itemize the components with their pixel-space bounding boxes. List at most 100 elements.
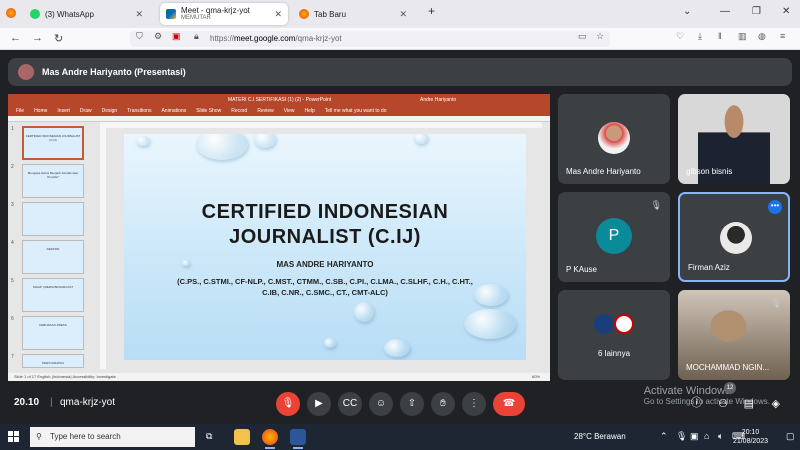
taskbar-clock[interactable]: 20:10 21/08/2023 [733, 428, 768, 446]
network-icon[interactable]: ⌂ [704, 431, 709, 441]
slide-thumb[interactable]: DEFINISI [22, 240, 84, 274]
whatsapp-icon [30, 9, 40, 19]
mic-toggle-button[interactable]: 🎙︎ [276, 392, 300, 416]
firefox-icon [299, 9, 309, 19]
camera-toggle-button[interactable]: ▶ [307, 392, 331, 416]
tab-new-tab[interactable]: Tab Baru ✕ [293, 3, 413, 25]
weather-widget[interactable]: 28°C Berawan [574, 432, 626, 441]
ppt-tell-me[interactable]: Tell me what you want to do [325, 106, 387, 116]
ppt-menu-home[interactable]: Home [34, 106, 47, 116]
info-icon[interactable]: ⓘ [691, 394, 702, 410]
participant-tile[interactable]: 🎙︎ MOCHAMMAD NGIN... [678, 290, 790, 380]
permissions-icon[interactable]: ⚙ [154, 31, 162, 42]
back-icon[interactable]: ← [10, 32, 21, 44]
firefox-menu-icon[interactable] [6, 8, 16, 18]
account-icon[interactable]: ◍ [758, 31, 766, 42]
emoji-button[interactable]: ☺ [369, 392, 393, 416]
slide-thumb[interactable]: KEBIJAKAN PRESS [22, 316, 84, 350]
slide-title-line2: JOURNALIST (C.IJ) [229, 226, 421, 248]
windows-start-icon[interactable] [8, 431, 20, 443]
ppt-menu-view[interactable]: View [284, 106, 295, 116]
chat-icon[interactable]: ▤ [744, 397, 754, 410]
download-icon[interactable]: ⤓ [698, 31, 702, 42]
minimize-icon[interactable]: — [720, 6, 730, 17]
slide-author: MAS ANDRE HARIYANTO [276, 260, 374, 269]
activities-icon[interactable]: ◈ [772, 397, 780, 410]
bookmark-star-icon[interactable]: ☆ [596, 31, 604, 42]
ppt-menu-record[interactable]: Record [231, 106, 247, 116]
water-drop [354, 302, 374, 322]
notifications-icon[interactable]: ▢ [786, 431, 795, 442]
vertical-ruler [100, 122, 106, 369]
ppt-menu-review[interactable]: Review [257, 106, 273, 116]
new-tab-icon[interactable]: + [428, 4, 435, 18]
lock-icon[interactable]: 🔒︎ [194, 31, 199, 42]
leave-call-button[interactable]: ☎ [493, 392, 525, 416]
ppt-menu-animations[interactable]: Animations [161, 106, 186, 116]
more-options-button[interactable]: ⋮ [462, 392, 486, 416]
slide-thumb[interactable]: Mengapa Harus Menjadi Jurnalis atau Penu… [22, 164, 84, 198]
participant-tile[interactable]: gibson bisnis [678, 94, 790, 184]
participant-tile[interactable]: ••• Firman Aziz [678, 192, 790, 282]
tab-meet[interactable]: Meet - qma-krjz-yot MEMUTAR ✕ [160, 3, 288, 25]
address-bar[interactable]: https://meet.google.com/qma-krjz-yot [130, 31, 610, 47]
current-slide: CERTIFIED INDONESIAN JOURNALIST (C.IJ) M… [124, 134, 526, 360]
ppt-menu-draw[interactable]: Draw [80, 106, 92, 116]
mic-off-icon: 🎙︎ [770, 298, 782, 308]
menu-icon[interactable]: ≡ [780, 31, 785, 41]
close-tab-icon[interactable]: ✕ [274, 9, 282, 20]
microphone-icon[interactable]: 🎙︎ [676, 431, 687, 442]
taskbar-search-input[interactable]: ⚲ Type here to search [30, 427, 195, 447]
slide-thumb[interactable]: CERTIFIED INDONESIAN JOURNALIST (C.IJ) [22, 126, 84, 160]
ppt-user: Andre Hariyanto [420, 97, 457, 103]
volume-icon[interactable]: 🔈︎ [718, 431, 723, 442]
clock-date: 21/08/2023 [732, 438, 768, 445]
ppt-menu-file[interactable]: File [16, 106, 24, 116]
raise-hand-button[interactable]: ✋︎ [431, 392, 455, 416]
library-icon[interactable]: ‖ [718, 31, 722, 41]
close-tab-icon[interactable]: ✕ [399, 9, 407, 20]
camera-icon[interactable]: ▣ [690, 431, 699, 442]
slide-thumb[interactable] [22, 202, 84, 236]
shield-icon[interactable]: ⛉ [136, 31, 143, 42]
captions-button[interactable]: CC [338, 392, 362, 416]
slide-thumb[interactable]: SIGAP | MEDIA BROADCAST [22, 278, 84, 312]
pocket-icon[interactable]: ♡ [676, 31, 684, 42]
camera-icon[interactable]: ▣ [172, 31, 181, 42]
clock-time: 20:10 [741, 429, 760, 436]
forward-icon[interactable]: → [32, 32, 43, 44]
thumb-number: 7 [11, 354, 14, 360]
ppt-menu-design[interactable]: Design [102, 106, 118, 116]
water-drop [464, 309, 516, 339]
tab-list-icon[interactable]: ⌄ [683, 6, 691, 17]
participant-tile[interactable]: 6 lainnya [558, 290, 670, 380]
file-explorer-icon[interactable] [234, 429, 250, 445]
participant-name: Mas Andre Hariyanto [566, 167, 641, 176]
ppt-menu-transitions[interactable]: Transitions [127, 106, 151, 116]
people-icon[interactable]: ⚇ [718, 397, 728, 410]
sidebar-icon[interactable]: ▥ [738, 31, 747, 42]
meet-icon [166, 9, 176, 19]
participant-tile[interactable]: 🎙︎ P P KAuse [558, 192, 670, 282]
more-options-icon[interactable]: ••• [768, 200, 782, 214]
participant-video [598, 122, 630, 154]
close-tab-icon[interactable]: ✕ [135, 9, 143, 20]
firefox-icon[interactable] [262, 429, 278, 445]
present-button[interactable]: ⇧ [400, 392, 424, 416]
word-icon[interactable] [290, 429, 306, 445]
active-app-indicator [265, 447, 275, 449]
show-hidden-icons[interactable]: ⌃ [660, 431, 668, 442]
ppt-status-text: Slide 1 of 17 English (Indonesia) Access… [14, 374, 116, 379]
restore-icon[interactable]: ❐ [752, 6, 761, 17]
ppt-menu-slideshow[interactable]: Slide Show [196, 106, 221, 116]
reload-icon[interactable]: ↻ [54, 32, 63, 45]
screen-share-icon[interactable]: ▭ [578, 31, 587, 42]
slide-thumb[interactable]: PERSYARATAN [22, 354, 84, 368]
close-window-icon[interactable]: ✕ [782, 6, 790, 17]
tab-whatsapp[interactable]: (3) WhatsApp ✕ [24, 3, 149, 25]
ppt-menu-insert[interactable]: Insert [57, 106, 70, 116]
participant-tile[interactable]: Mas Andre Hariyanto [558, 94, 670, 184]
ppt-menu-help[interactable]: Help [304, 106, 314, 116]
task-view-icon[interactable]: ⧉ [206, 431, 212, 442]
ppt-zoom[interactable]: 60% [532, 373, 540, 381]
